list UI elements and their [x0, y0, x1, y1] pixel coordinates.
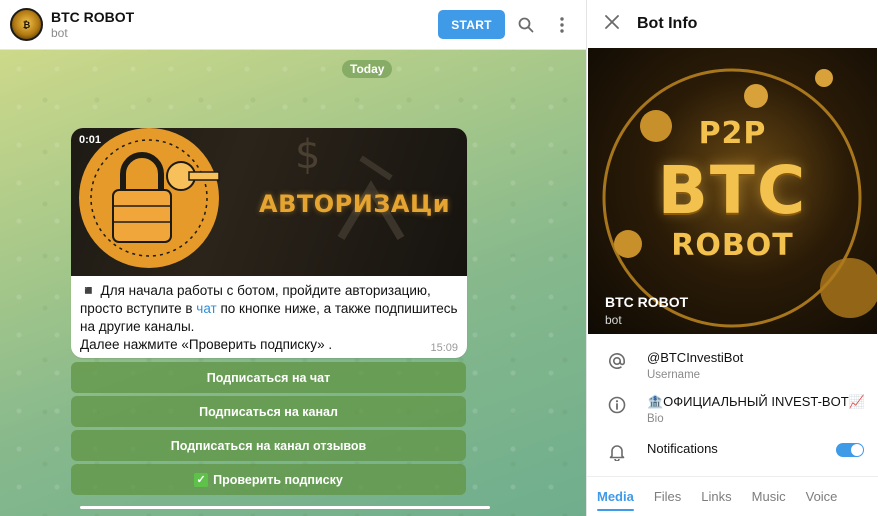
search-icon[interactable] [511, 10, 541, 40]
check-subscription-label: Проверить подписку [213, 472, 343, 487]
info-title: Bot Info [637, 15, 698, 32]
video-preview[interactable]: $ 0:01 АВТОРИЗАЦи [71, 128, 467, 276]
cover-line-p2p: P2P [698, 116, 767, 151]
tab-files[interactable]: Files [644, 477, 691, 516]
subscribe-channel-label: Подписаться на канал [199, 404, 338, 419]
subscribe-reviews-button[interactable]: Подписаться на канал отзывов [71, 430, 466, 461]
bio-row[interactable]: 🏦ОФИЦИАЛЬНЫЙ INVEST-BOT📈 Bio [587, 394, 878, 427]
chat-panel: ₿ BTC ROBOT bot START Today $ 0:01 АВТОР… [0, 0, 587, 516]
notifications-toggle[interactable] [836, 443, 864, 457]
video-caption-art: АВТОРИЗАЦи [259, 190, 451, 218]
more-vertical-icon[interactable] [547, 10, 577, 40]
bio-label: Bio [647, 413, 664, 425]
message-bubble[interactable]: $ 0:01 АВТОРИЗАЦи ◾ Для начала работы с … [71, 128, 467, 358]
composer-divider [80, 506, 490, 509]
tab-music[interactable]: Music [742, 477, 796, 516]
media-tabs: Media Files Links Music Voice [587, 476, 878, 516]
chat-title: BTC ROBOT [51, 8, 135, 25]
chat-subtitle: bot [51, 25, 68, 40]
tab-links[interactable]: Links [691, 477, 741, 516]
telegram-window: ₿ BTC ROBOT bot START Today $ 0:01 АВТОР… [0, 0, 878, 516]
subscribe-chat-label: Подписаться на чат [206, 370, 331, 385]
subscribe-channel-button[interactable]: Подписаться на канал [71, 396, 466, 427]
notifications-row[interactable]: Notifications [587, 441, 878, 461]
at-sign-icon [587, 350, 647, 370]
info-header: Bot Info [587, 0, 878, 48]
video-duration: 0:01 [79, 134, 102, 146]
svg-text:$: $ [295, 132, 320, 178]
username-value: @BTCInvestiBot [647, 350, 744, 365]
message-text: ◾ Для начала работы с ботом, пройдите ав… [80, 282, 460, 354]
notifications-label: Notifications [647, 441, 718, 456]
bot-info-panel: Bot Info P2P BTC ROBOT BTC ROBOT bot @BT… [587, 0, 878, 516]
check-mark-icon: ✓ [194, 472, 209, 487]
info-circle-icon [587, 394, 647, 414]
cover-line-robot: ROBOT [671, 228, 794, 263]
message-time: 15:09 [430, 342, 458, 354]
bot-cover-image[interactable]: P2P BTC ROBOT BTC ROBOT bot [588, 48, 877, 334]
start-button[interactable]: START [438, 10, 505, 39]
subscribe-reviews-label: Подписаться на канал отзывов [170, 438, 367, 453]
username-label: Username [647, 369, 701, 381]
cover-bot-name: BTC ROBOT [605, 294, 689, 310]
tab-voice[interactable]: Voice [796, 477, 848, 516]
bell-icon [587, 441, 647, 461]
chat-link[interactable]: чат [196, 301, 216, 316]
username-row[interactable]: @BTCInvestiBot Username [587, 350, 878, 383]
tab-media[interactable]: Media [587, 477, 644, 516]
bio-value: 🏦ОФИЦИАЛЬНЫЙ INVEST-BOT📈 [647, 394, 865, 409]
close-icon[interactable] [605, 14, 619, 34]
subscribe-chat-button[interactable]: Подписаться на чат [71, 362, 466, 393]
chat-header: ₿ BTC ROBOT bot START [0, 0, 586, 50]
bot-avatar[interactable]: ₿ [10, 8, 43, 41]
message-text-line2: Далее нажмите «Проверить подписку» . [80, 337, 333, 352]
check-subscription-button[interactable]: ✓ Проверить подписку [71, 464, 466, 495]
date-separator: Today [342, 60, 393, 78]
cover-line-btc: BTC [657, 152, 808, 229]
chat-title-block[interactable]: BTC ROBOT bot [51, 9, 134, 41]
cover-bot-subtitle: bot [605, 313, 622, 327]
